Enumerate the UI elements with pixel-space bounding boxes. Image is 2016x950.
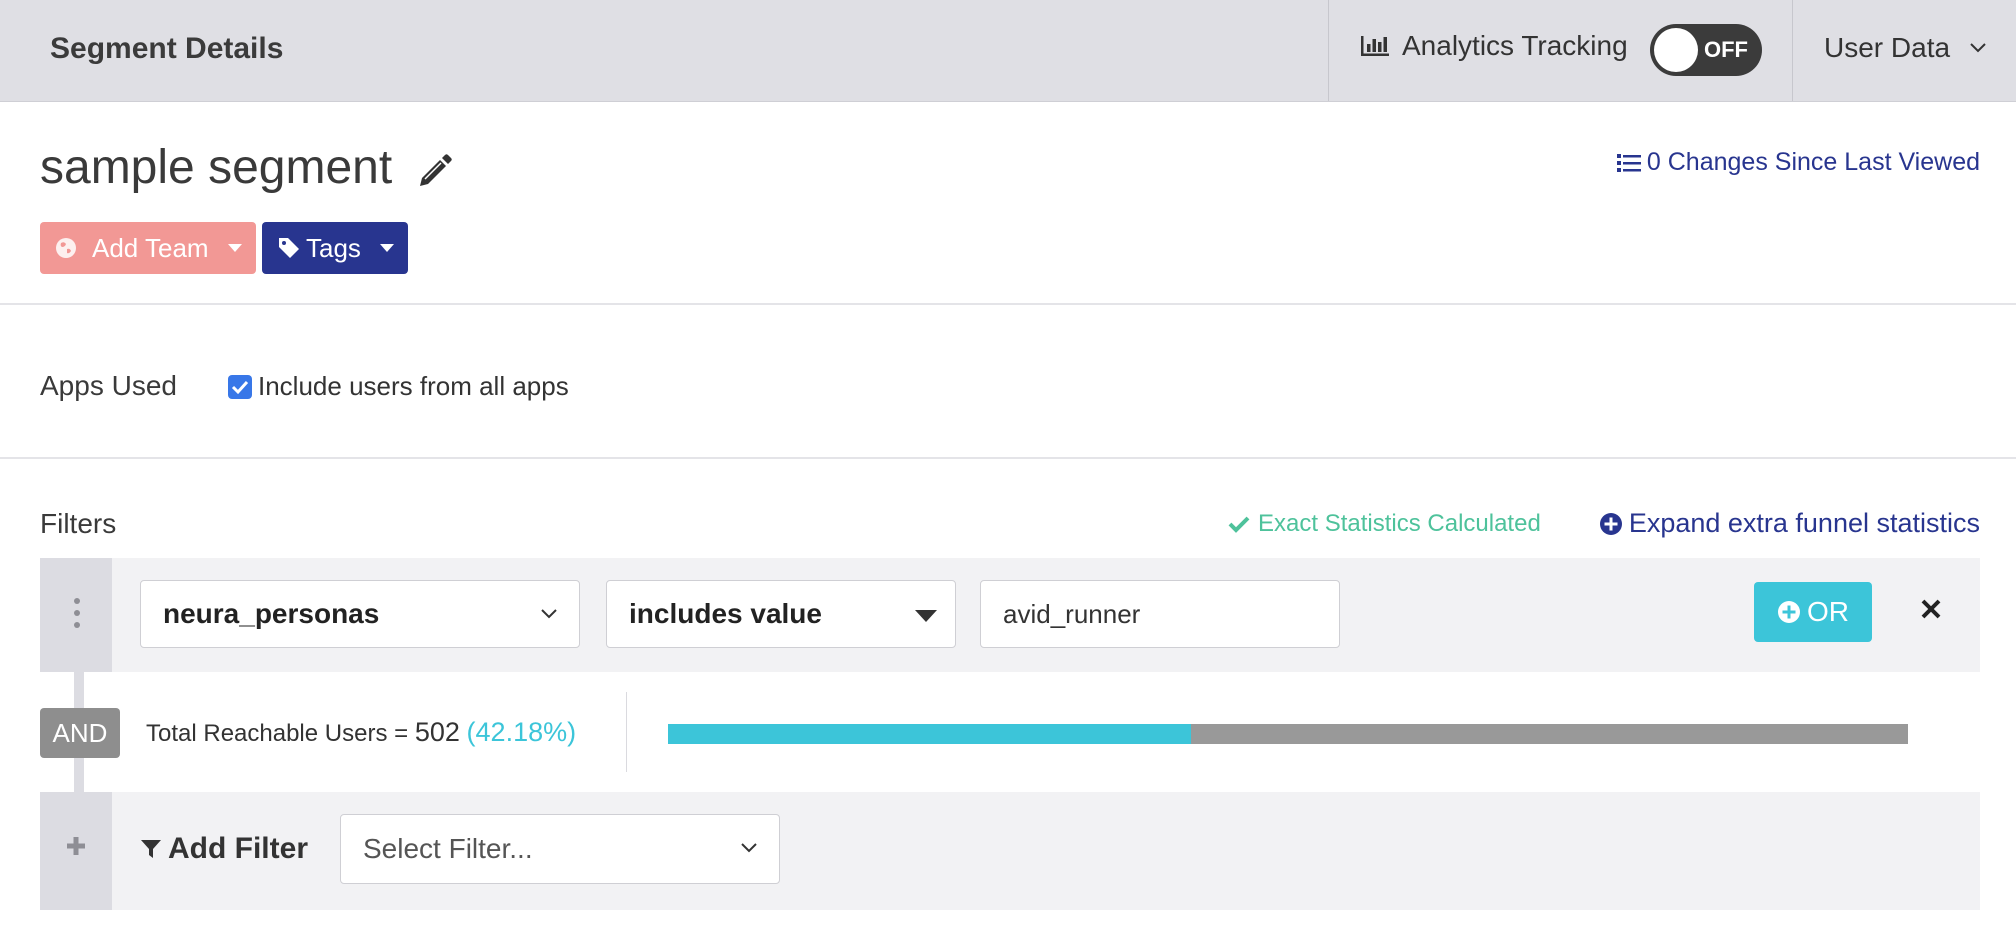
caret-down-icon bbox=[380, 244, 394, 252]
filter-property-select[interactable]: neura_personas bbox=[140, 580, 580, 648]
check-icon bbox=[231, 380, 249, 395]
add-team-label: Add Team bbox=[92, 232, 209, 263]
funnel-icon bbox=[141, 840, 161, 858]
exact-statistics-text: Exact Statistics Calculated bbox=[1258, 510, 1541, 537]
filter-operator-value: includes value bbox=[629, 598, 822, 629]
or-button[interactable]: OR bbox=[1754, 582, 1872, 642]
header-divider bbox=[1792, 0, 1793, 101]
add-filter-row: Add Filter Select Filter... bbox=[40, 792, 1980, 910]
caret-down-icon bbox=[915, 610, 937, 622]
header-bar: Segment Details Analytics Tracking OFF U… bbox=[0, 0, 2016, 102]
user-data-menu[interactable]: User Data bbox=[1824, 32, 1986, 64]
filter-row: neura_personas includes value avid_runne… bbox=[40, 558, 1980, 672]
bar-chart-icon bbox=[1361, 36, 1389, 56]
filter-value-text: avid_runner bbox=[1003, 598, 1141, 629]
filter-operator-select[interactable]: includes value bbox=[606, 580, 956, 648]
reach-progress-bar bbox=[668, 724, 1908, 744]
analytics-tracking-text: Analytics Tracking bbox=[1402, 30, 1628, 61]
reach-percent: (42.18%) bbox=[466, 717, 577, 747]
add-handle bbox=[40, 792, 112, 910]
header-divider bbox=[1328, 0, 1329, 101]
filters-label: Filters bbox=[40, 508, 117, 539]
plus-icon bbox=[67, 837, 85, 855]
toggle-state-label: OFF bbox=[1704, 37, 1748, 62]
and-badge: AND bbox=[40, 708, 120, 758]
drag-handle[interactable] bbox=[40, 558, 112, 672]
expand-funnel-text: Expand extra funnel statistics bbox=[1628, 508, 1980, 538]
select-filter-dropdown[interactable]: Select Filter... bbox=[340, 814, 780, 884]
user-data-label: User Data bbox=[1824, 32, 1951, 63]
check-icon bbox=[1228, 516, 1250, 533]
list-icon bbox=[1616, 153, 1641, 172]
toggle-knob bbox=[1654, 28, 1698, 72]
select-filter-placeholder: Select Filter... bbox=[363, 833, 533, 864]
filter-value-input[interactable]: avid_runner bbox=[980, 580, 1340, 648]
add-filter-label: Add Filter bbox=[140, 832, 308, 866]
changes-since-last-viewed-link[interactable]: 0 Changes Since Last Viewed bbox=[1616, 148, 1980, 177]
tags-button[interactable]: Tags bbox=[262, 222, 408, 274]
changes-text: 0 Changes Since Last Viewed bbox=[1646, 148, 1980, 176]
exact-statistics-status: Exact Statistics Calculated bbox=[1228, 510, 1541, 538]
tags-label: Tags bbox=[306, 232, 361, 263]
page-title: Segment Details bbox=[50, 32, 284, 65]
chevron-down-icon bbox=[741, 843, 757, 853]
include-all-apps-label[interactable]: Include users from all apps bbox=[258, 371, 569, 402]
chevron-down-icon bbox=[1970, 43, 1986, 53]
stats-divider bbox=[626, 692, 627, 772]
analytics-tracking-toggle[interactable]: OFF bbox=[1650, 24, 1762, 76]
caret-down-icon bbox=[228, 244, 242, 252]
globe-icon bbox=[56, 238, 76, 258]
close-icon[interactable] bbox=[1920, 598, 1942, 620]
reach-prefix: Total Reachable Users = bbox=[146, 720, 415, 747]
section-divider bbox=[0, 457, 2016, 459]
analytics-tracking-label: Analytics Tracking bbox=[1360, 30, 1628, 62]
include-all-apps-checkbox[interactable] bbox=[228, 375, 252, 399]
plus-circle-icon bbox=[1599, 512, 1622, 535]
chevron-down-icon bbox=[541, 609, 557, 619]
total-reachable-users: Total Reachable Users = 502 (42.18%) bbox=[146, 717, 576, 748]
reach-progress-fill bbox=[668, 724, 1192, 744]
plus-circle-icon bbox=[1778, 601, 1800, 623]
tag-icon bbox=[279, 238, 299, 258]
apps-used-label: Apps Used bbox=[40, 370, 177, 401]
segment-name: sample segment bbox=[40, 141, 393, 194]
filter-property-value: neura_personas bbox=[163, 598, 380, 629]
reach-count: 502 bbox=[414, 717, 460, 747]
vertical-dots-icon bbox=[74, 598, 80, 634]
add-team-button[interactable]: Add Team bbox=[40, 222, 256, 274]
add-filter-text: Add Filter bbox=[168, 832, 308, 865]
or-label: OR bbox=[1807, 596, 1849, 627]
section-divider bbox=[0, 303, 2016, 305]
expand-funnel-statistics-link[interactable]: Expand extra funnel statistics bbox=[1599, 508, 1980, 539]
pencil-icon[interactable] bbox=[416, 152, 454, 190]
